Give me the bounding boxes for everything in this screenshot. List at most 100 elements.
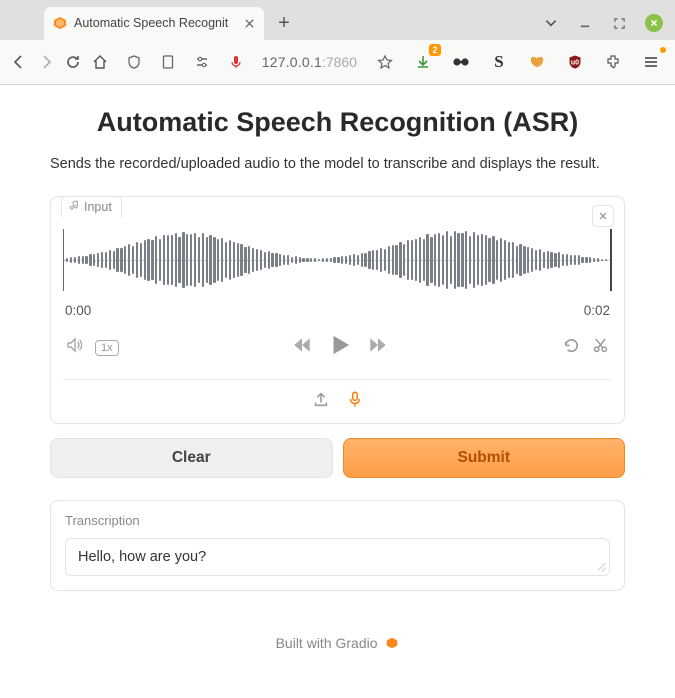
waveform-bar <box>485 235 487 286</box>
waveform-bar <box>589 257 591 262</box>
waveform-bar <box>337 257 339 263</box>
submit-button[interactable]: Submit <box>343 438 626 478</box>
waveform-bar <box>597 258 599 261</box>
audio-controls: 1x <box>63 332 612 363</box>
url-display[interactable]: 127.0.0.1:7860 <box>256 51 363 73</box>
forward-button[interactable] <box>37 48 56 76</box>
stylus-icon[interactable]: S <box>485 48 513 76</box>
waveform-bar <box>399 242 401 278</box>
reload-button[interactable] <box>64 48 83 76</box>
resize-handle-icon[interactable] <box>597 563 607 573</box>
waveform-bar <box>155 236 157 284</box>
fast-forward-icon[interactable] <box>367 334 389 361</box>
record-icon[interactable] <box>222 48 250 76</box>
window-close-icon[interactable] <box>645 14 663 32</box>
waveform-bar <box>547 251 549 269</box>
waveform-bar <box>252 248 254 271</box>
panel-close-button[interactable] <box>592 205 614 227</box>
waveform-bar <box>287 255 289 264</box>
waveform-bar <box>163 235 165 285</box>
waveform-bar <box>473 232 475 288</box>
waveform-bar <box>531 248 533 273</box>
trim-icon[interactable] <box>591 336 610 360</box>
tab-title: Automatic Speech Recognit <box>74 16 236 30</box>
waveform-bar <box>372 250 374 269</box>
input-label-tab: Input <box>61 196 122 218</box>
waveform-bar <box>93 254 95 265</box>
transcription-label: Transcription <box>65 513 610 528</box>
new-tab-button[interactable]: + <box>270 9 298 37</box>
ublock-icon[interactable]: u0 <box>561 48 589 76</box>
shield-icon[interactable] <box>120 48 148 76</box>
page-description: Sends the recorded/uploaded audio to the… <box>50 156 625 172</box>
divider <box>63 379 612 380</box>
page-content: Automatic Speech Recognition (ASR) Sends… <box>0 85 675 665</box>
waveform-bar <box>357 255 359 266</box>
gradio-favicon-icon <box>52 15 68 31</box>
rewind-icon[interactable] <box>291 334 313 361</box>
waveform-bar <box>268 251 270 268</box>
waveform-bar <box>70 257 72 263</box>
waveform-bar <box>310 258 312 261</box>
play-icon[interactable] <box>327 332 353 363</box>
playback-speed[interactable]: 1x <box>95 340 119 356</box>
waveform-bar <box>128 244 130 275</box>
waveform-bar <box>535 250 537 270</box>
browser-tab[interactable]: Automatic Speech Recognit <box>44 7 264 40</box>
waveform-bar <box>488 238 490 282</box>
maximize-icon[interactable] <box>611 15 627 31</box>
waveform-bar <box>516 246 518 275</box>
waveform-bar <box>314 258 316 261</box>
waveform-bar <box>171 235 173 284</box>
waveform-bar <box>225 242 227 278</box>
waveform-bar <box>147 239 149 281</box>
waveform-bar <box>345 256 347 264</box>
waveform-bar <box>593 258 595 262</box>
waveform-bar <box>430 237 432 283</box>
settings-toggle-icon[interactable] <box>188 48 216 76</box>
undo-icon[interactable] <box>562 336 581 360</box>
download-badge: 2 <box>429 44 441 56</box>
waveform-bar <box>333 257 335 263</box>
waveform-bar <box>558 252 560 267</box>
waveform-bar <box>496 240 498 280</box>
back-button[interactable] <box>10 48 29 76</box>
chevron-down-icon[interactable] <box>543 15 559 31</box>
page-icon[interactable] <box>154 48 182 76</box>
waveform-bar <box>388 246 390 274</box>
mask-icon[interactable] <box>447 48 475 76</box>
waveform-bar <box>527 247 529 273</box>
svg-text:u0: u0 <box>571 60 579 67</box>
downloads-button[interactable]: 2 <box>409 48 437 76</box>
upload-icon[interactable] <box>312 390 330 413</box>
waveform-bar <box>512 242 514 279</box>
footer-text: Built with Gradio <box>276 635 378 651</box>
waveform-bar <box>105 252 107 268</box>
waveform-bar <box>353 254 355 265</box>
waveform-bar <box>144 240 146 280</box>
hamburger-menu-icon[interactable] <box>637 48 665 76</box>
volume-icon[interactable] <box>65 335 85 360</box>
extension-fox-icon[interactable] <box>523 48 551 76</box>
waveform-bar <box>322 258 324 262</box>
minimize-icon[interactable] <box>577 15 593 31</box>
waveform-bar <box>116 248 118 272</box>
waveform-bar <box>605 259 607 261</box>
extensions-icon[interactable] <box>599 48 627 76</box>
waveform-bar <box>523 246 525 273</box>
close-icon[interactable] <box>242 16 256 30</box>
bookmark-icon[interactable] <box>371 48 399 76</box>
waveform-bar <box>581 257 583 264</box>
home-button[interactable] <box>91 48 110 76</box>
waveform-bar <box>124 246 126 273</box>
microphone-icon[interactable] <box>346 390 364 413</box>
audio-waveform[interactable] <box>63 229 612 291</box>
transcription-text: Hello, how are you? <box>78 549 206 565</box>
waveform-bar <box>500 238 502 281</box>
waveform-bar <box>89 254 91 265</box>
waveform-bar <box>407 240 409 280</box>
waveform-bar <box>97 253 99 267</box>
waveform-bar <box>403 244 405 275</box>
clear-button[interactable]: Clear <box>50 438 333 478</box>
transcription-output[interactable]: Hello, how are you? <box>65 538 610 576</box>
